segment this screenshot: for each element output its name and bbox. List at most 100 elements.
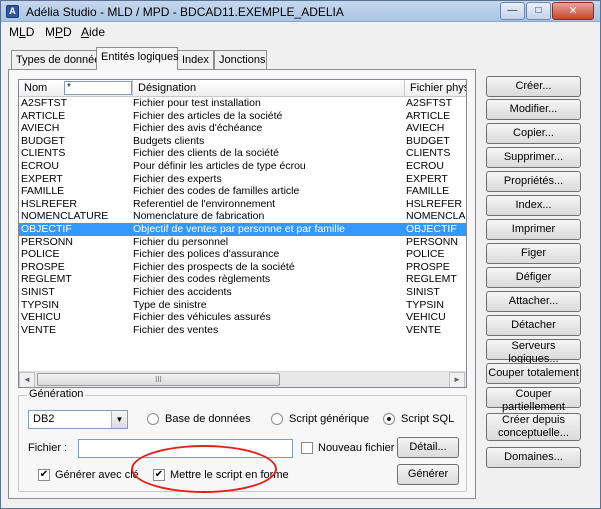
couper-partiellement-button[interactable]: Couper partiellement [486, 387, 581, 413]
scroll-thumb[interactable]: III [37, 373, 280, 386]
tab-index[interactable]: Index [177, 50, 214, 69]
new-file-checkbox[interactable] [301, 442, 313, 454]
chevron-down-icon[interactable]: ▼ [111, 411, 127, 428]
list-item[interactable]: REGLEMT Fichier des codes règlements REGLE… [19, 273, 466, 286]
cell-designation: Objectif de ventes par personne et par f… [133, 223, 345, 235]
list-item[interactable]: HSLREFER Referentiel de l'environnement HS… [19, 197, 466, 211]
cell-fichier: VENTE [406, 323, 442, 336]
list-item[interactable]: BUDGET Budgets clients BUDGET [19, 135, 466, 148]
cell-fichier: VEHICU [406, 311, 446, 324]
menu-mpd[interactable]: MPD [45, 25, 72, 39]
radio-base-de-donnees-label: Base de données [165, 413, 251, 425]
radio-script-sql-label: Script SQL [401, 413, 455, 425]
cell-nom: VENTE [21, 323, 57, 336]
title-bar[interactable]: A Adélia Studio - MLD / MPD - BDCAD11.EX… [1, 1, 600, 22]
menu-mld[interactable]: MLD [9, 25, 34, 39]
serveurs-logiques-button[interactable]: Serveurs logiques... [486, 339, 581, 365]
cell-nom: ECROU [21, 160, 59, 172]
cell-nom: POLICE [21, 248, 60, 261]
list-item[interactable]: NOMENCLATURE Nomenclature de fabrication N… [19, 210, 466, 223]
list-item[interactable]: CLIENTS Fichier des clients de la société… [19, 147, 466, 160]
list-item[interactable]: OBJECTIF Objectif de ventes par personne … [19, 223, 466, 236]
entity-list[interactable]: Nom * Désignation Fichier physique A2SFT… [18, 79, 467, 388]
cell-designation: Pour définir les articles de type écrou [133, 160, 306, 172]
format-script-checkbox[interactable]: ✔ [153, 469, 165, 481]
defiger-button[interactable]: Défiger [486, 267, 581, 288]
cell-nom: PROSPE [21, 260, 65, 273]
cell-designation: Fichier du personnel [133, 235, 229, 248]
cell-nom: A2SFTST [21, 97, 68, 109]
column-header-fichier-physique[interactable]: Fichier physique [405, 80, 466, 97]
detail-button[interactable]: Détail... [397, 437, 459, 458]
file-input[interactable] [78, 439, 293, 458]
cell-fichier: ECROU [406, 160, 444, 172]
maximize-button[interactable]: □ [526, 2, 551, 20]
figer-button[interactable]: Figer [486, 243, 581, 264]
cell-designation: Fichier des polices d'assurance [133, 248, 280, 261]
proprietes-button[interactable]: Propriétés... [486, 171, 581, 192]
file-label: Fichier : [28, 442, 68, 454]
list-item[interactable]: AVIECH Fichier des avis d'échéance AVIECH [19, 122, 466, 135]
list-item[interactable]: FAMILLE Fichier des codes de familles art… [19, 185, 466, 198]
cell-designation: Fichier des articles de la société [133, 109, 283, 122]
radio-script-generique[interactable] [271, 413, 283, 425]
column-header-designation[interactable]: Désignation [133, 80, 405, 97]
domaines-button[interactable]: Domaines... [486, 447, 581, 468]
cell-designation: Fichier des avis d'échéance [133, 122, 263, 135]
list-item[interactable]: VEHICU Fichier des véhicules assurés VEHIC… [19, 311, 466, 324]
list-item[interactable]: POLICE Fichier des polices d'assurance POL… [19, 248, 466, 261]
list-item[interactable]: TYPSIN Type de sinistre TYPSIN [19, 298, 466, 312]
tab-jonctions[interactable]: Jonctions [214, 50, 267, 69]
list-item[interactable]: SINIST Fichier des accidents SINIST [19, 286, 466, 299]
generation-legend: Génération [27, 388, 86, 400]
cell-fichier: TYPSIN [406, 298, 444, 311]
list-item[interactable]: VENTE Fichier des ventes VENTE [19, 323, 466, 337]
modifier-button[interactable]: Modifier... [486, 99, 581, 120]
detacher-button[interactable]: Détacher [486, 315, 581, 336]
cell-nom: HSLREFER [21, 197, 78, 210]
supprimer-button[interactable]: Supprimer... [486, 147, 581, 168]
generate-button[interactable]: Générer [397, 464, 459, 485]
cell-fichier: SINIST [406, 286, 440, 298]
cell-fichier: ARTICLE [406, 109, 451, 122]
cell-fichier: CLIENTS [406, 147, 451, 160]
radio-script-sql[interactable] [383, 413, 395, 425]
radio-base-de-donnees[interactable] [147, 413, 159, 425]
creer-button[interactable]: Créer... [486, 76, 581, 97]
generate-with-key-checkbox[interactable]: ✔ [38, 469, 50, 481]
list-item[interactable]: EXPERT Fichier des experts EXPERT [19, 173, 466, 186]
attacher-button[interactable]: Attacher... [486, 291, 581, 312]
copier-button[interactable]: Copier... [486, 123, 581, 144]
cell-nom: SINIST [21, 286, 55, 298]
couper-totalement-button[interactable]: Couper totalement [486, 363, 581, 384]
cell-nom: ARTICLE [21, 109, 66, 122]
cell-designation: Fichier des clients de la société [133, 147, 279, 160]
imprimer-button[interactable]: Imprimer [486, 219, 581, 240]
name-filter-input[interactable]: * [64, 81, 132, 95]
cell-fichier: OBJECTIF [406, 223, 457, 235]
database-value: DB2 [33, 413, 55, 425]
list-item[interactable]: PERSONN Fichier du personnel PERSONN [19, 235, 466, 249]
cell-fichier: A2SFTST [406, 97, 453, 109]
column-header-label: Nom [24, 82, 48, 94]
tab-entites-logiques[interactable]: Entités logiques [96, 47, 179, 70]
cell-designation: Fichier pour test installation [133, 97, 261, 109]
cell-fichier: PROSPE [406, 260, 450, 273]
menu-bar: MLD MPD Aide [1, 23, 600, 41]
tab-types-de-donnee[interactable]: Types de donnée [11, 50, 100, 69]
creer-depuis-conceptuelle-button[interactable]: Créer depuis conceptuelle... [486, 413, 581, 441]
scroll-right-icon[interactable]: ► [449, 372, 465, 387]
close-button[interactable]: ✕ [552, 2, 594, 20]
menu-aide[interactable]: Aide [81, 25, 105, 39]
minimize-button[interactable]: — [500, 2, 525, 20]
list-item[interactable]: ARTICLE Fichier des articles de la sociét… [19, 109, 466, 123]
scroll-left-icon[interactable]: ◄ [19, 372, 35, 387]
index-button[interactable]: Index... [486, 195, 581, 216]
horizontal-scrollbar[interactable]: ◄ III ► [19, 371, 466, 387]
window-title: Adélia Studio - MLD / MPD - BDCAD11.EXEM… [26, 5, 344, 19]
list-item[interactable]: PROSPE Fichier des prospects de la sociét… [19, 260, 466, 274]
list-item[interactable]: A2SFTST Fichier pour test installation A2S… [19, 97, 466, 110]
database-select[interactable]: DB2 ▼ [28, 410, 128, 429]
list-item[interactable]: ECROU Pour définir les articles de type é… [19, 160, 466, 173]
cell-fichier: AVIECH [406, 122, 445, 135]
